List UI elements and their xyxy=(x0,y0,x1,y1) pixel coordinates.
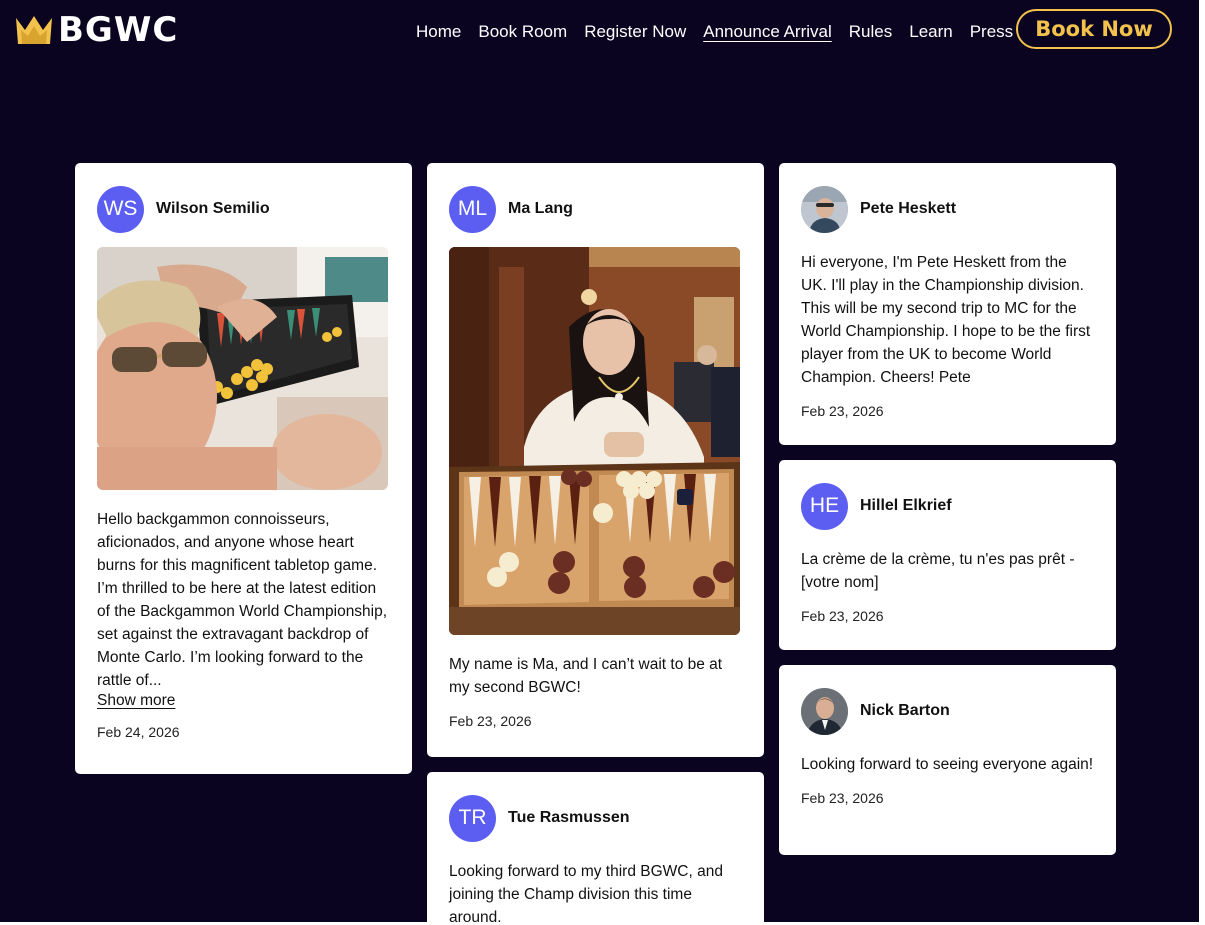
post-card-tue: TR Tue Rasmussen Looking forward to my t… xyxy=(427,772,764,922)
post-photo[interactable] xyxy=(97,247,388,490)
page: BGWC Home Book Room Register Now Announc… xyxy=(0,0,1199,922)
nav-rules[interactable]: Rules xyxy=(849,22,892,42)
author-name: Wilson Semilio xyxy=(156,200,270,217)
avatar: HE xyxy=(801,482,848,530)
avatar: ML xyxy=(449,185,496,233)
nav-register-now[interactable]: Register Now xyxy=(584,22,686,42)
post-text: Hello backgammon connoisseurs, aficionad… xyxy=(97,511,388,689)
post-card-ma: ML Ma Lang My name is Ma, and I can’t wa… xyxy=(427,163,764,757)
author-name: Pete Heskett xyxy=(860,200,957,217)
nav-book-room[interactable]: Book Room xyxy=(478,22,567,42)
post-date: Feb 23, 2026 xyxy=(801,403,884,419)
author-name: Tue Rasmussen xyxy=(508,809,630,826)
post-text: Hi everyone, I'm Pete Heskett from the U… xyxy=(801,254,1091,386)
post-date: Feb 23, 2026 xyxy=(449,713,532,729)
post-date: Feb 23, 2026 xyxy=(801,790,884,806)
person-photo-icon xyxy=(801,687,848,735)
post-text: Looking forward to my third BGWC, and jo… xyxy=(449,863,723,922)
post-card-pete: Pete Heskett Hi everyone, I'm Pete Heske… xyxy=(779,163,1116,445)
post-date: Feb 23, 2026 xyxy=(801,608,884,624)
brand-logo[interactable]: BGWC xyxy=(16,10,178,50)
brand-name: BGWC xyxy=(58,10,179,50)
avatar: TR xyxy=(449,794,496,842)
post-card-wilson: WS Wilson Semilio Hello backgammon conno… xyxy=(75,163,412,774)
post-text: Looking forward to seeing everyone again… xyxy=(801,756,1094,773)
selfie-backgammon-image xyxy=(97,247,388,490)
post-card-hillel: HE Hillel Elkrief La crème de la crème, … xyxy=(779,460,1116,650)
post-photo[interactable] xyxy=(449,247,740,635)
post-text: La crème de la crème, tu n'es pas prêt -… xyxy=(801,551,1075,591)
author-name: Nick Barton xyxy=(860,702,950,719)
nav-home[interactable]: Home xyxy=(416,22,461,42)
post-date: Feb 24, 2026 xyxy=(97,724,180,740)
avatar xyxy=(801,185,848,233)
avatar: WS xyxy=(97,185,144,233)
author-name: Ma Lang xyxy=(508,200,573,217)
nav-learn[interactable]: Learn xyxy=(909,22,952,42)
post-text: My name is Ma, and I can’t wait to be at… xyxy=(449,656,723,696)
person-photo-icon xyxy=(801,185,848,233)
nav-announce-arrival[interactable]: Announce Arrival xyxy=(703,22,832,42)
avatar xyxy=(801,687,848,735)
nav-press[interactable]: Press xyxy=(970,22,1013,42)
woman-backgammon-image xyxy=(449,247,740,635)
author-name: Hillel Elkrief xyxy=(860,497,952,514)
show-more-link[interactable]: Show more xyxy=(97,692,175,710)
crown-icon xyxy=(16,16,52,44)
post-card-nick: Nick Barton Looking forward to seeing ev… xyxy=(779,665,1116,855)
book-now-button[interactable]: Book Now xyxy=(1016,9,1172,49)
main-nav: Home Book Room Register Now Announce Arr… xyxy=(416,22,1013,42)
